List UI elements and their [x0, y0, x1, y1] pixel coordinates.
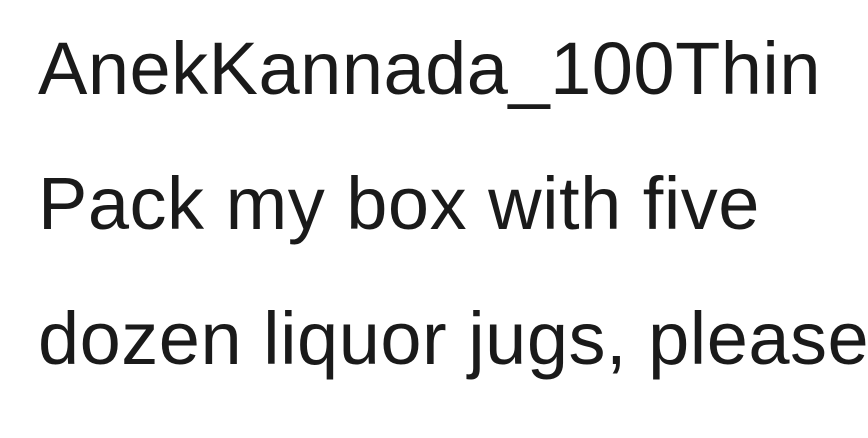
sample-text-line-2: dozen liquor jugs, please. [37, 297, 868, 380]
font-name-title: AnekKannada_100Thin [37, 27, 822, 110]
sample-text-line-1: Pack my box with five [37, 162, 760, 245]
